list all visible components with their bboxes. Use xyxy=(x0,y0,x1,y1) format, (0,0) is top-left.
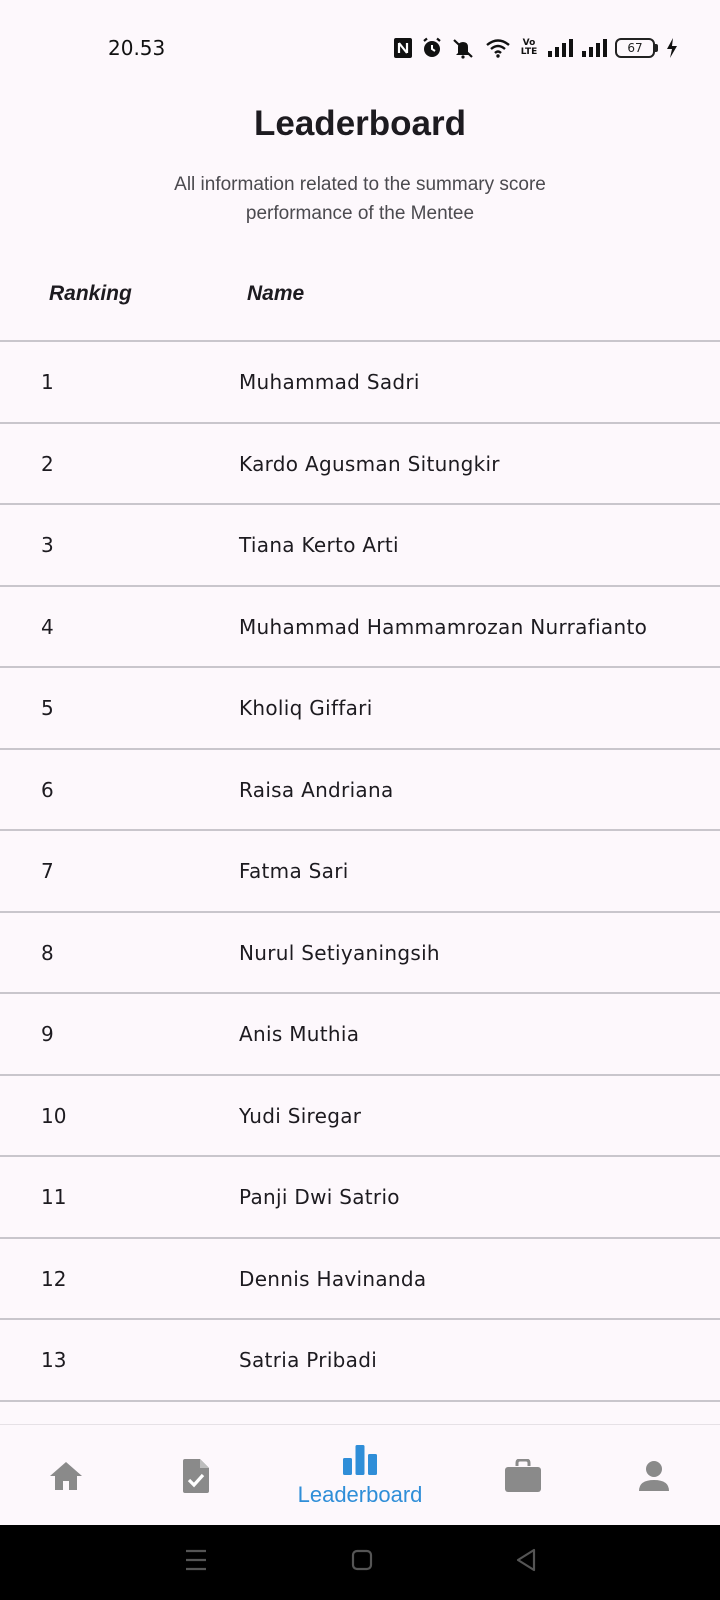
table-row[interactable]: 12 Dennis Havinanda xyxy=(0,1239,720,1320)
nav-tasks[interactable] xyxy=(166,1425,226,1526)
table-row[interactable]: 5 Kholiq Giffari xyxy=(0,668,720,750)
name-cell: Kholiq Giffari xyxy=(239,696,373,720)
system-navigation-bar xyxy=(0,1525,720,1600)
table-row[interactable]: 7 Fatma Sari xyxy=(0,831,720,913)
name-cell: Fatma Sari xyxy=(239,859,349,883)
name-cell: Raisa Andriana xyxy=(239,777,394,802)
table-row[interactable]: 4 Muhammad Hammamrozan Nurrafianto xyxy=(0,587,720,668)
table-row[interactable]: 2 Kardo Agusman Situngkir xyxy=(0,424,720,505)
rank-cell: 12 xyxy=(41,1266,67,1291)
person-icon xyxy=(639,1460,669,1491)
rank-cell: 3 xyxy=(41,533,54,557)
rank-cell: 6 xyxy=(41,777,54,802)
signal-icon xyxy=(582,39,607,57)
column-header-name: Name xyxy=(247,282,305,305)
rank-cell: 1 xyxy=(41,370,54,394)
table-row[interactable]: 3 Tiana Kerto Arti xyxy=(0,505,720,587)
mute-icon xyxy=(453,39,473,59)
back-icon[interactable] xyxy=(514,1547,538,1573)
name-cell: Panji Dwi Satrio xyxy=(239,1185,400,1209)
task-check-icon xyxy=(183,1458,209,1493)
nav-home[interactable] xyxy=(36,1425,96,1526)
status-icons: Vo LTE 67 xyxy=(393,36,678,60)
column-header-ranking: Ranking xyxy=(49,282,132,305)
status-bar: 20.53 Vo LTE 67 xyxy=(0,0,720,96)
rank-cell: 7 xyxy=(41,859,54,883)
name-cell: Kardo Agusman Situngkir xyxy=(239,451,500,476)
rank-cell: 5 xyxy=(41,696,54,720)
name-cell: Muhammad Hammamrozan Nurrafianto xyxy=(239,614,648,639)
recent-apps-icon[interactable] xyxy=(184,1547,208,1573)
name-cell: Nurul Setiyaningsih xyxy=(239,940,440,965)
table-row[interactable]: 8 Nurul Setiyaningsih xyxy=(0,913,720,994)
name-cell: Tiana Kerto Arti xyxy=(239,533,399,557)
volte-indicator: Vo LTE xyxy=(520,38,538,57)
rank-cell: 4 xyxy=(41,614,54,639)
battery-icon: 67 xyxy=(615,38,658,58)
table-row[interactable]: 13 Satria Pribadi xyxy=(0,1320,720,1402)
name-cell: Muhammad Sadri xyxy=(239,370,420,394)
leaderboard-icon xyxy=(343,1444,377,1475)
rank-cell: 11 xyxy=(41,1185,67,1209)
briefcase-icon xyxy=(505,1458,541,1492)
table-row[interactable]: 1 Muhammad Sadri xyxy=(0,342,720,424)
rank-cell: 2 xyxy=(41,451,54,476)
name-cell: Anis Muthia xyxy=(239,1022,360,1046)
leaderboard-list[interactable]: 1 Muhammad Sadri 2 Kardo Agusman Situngkir 3… xyxy=(0,342,720,1424)
battery-level: 67 xyxy=(615,38,655,58)
page-subtitle: All information related to the summary s… xyxy=(174,174,546,224)
table-row[interactable]: 10 Yudi Siregar xyxy=(0,1076,720,1157)
table-row[interactable]: 11 Panji Dwi Satrio xyxy=(0,1157,720,1239)
status-time: 20.53 xyxy=(108,36,166,60)
table-row[interactable]: 9 Anis Muthia xyxy=(0,994,720,1076)
alarm-icon xyxy=(423,37,441,57)
nfc-icon xyxy=(394,38,412,58)
bottom-navigation: Leaderboard xyxy=(0,1424,720,1525)
nav-leaderboard-label: Leaderboard xyxy=(297,1481,423,1507)
name-cell: Satria Pribadi xyxy=(239,1348,378,1372)
nav-profile[interactable] xyxy=(624,1425,684,1526)
table-row[interactable]: 6 Raisa Andriana xyxy=(0,750,720,831)
home-icon xyxy=(50,1461,82,1490)
wifi-icon xyxy=(486,39,510,58)
name-cell: Yudi Siregar xyxy=(239,1103,362,1128)
rank-cell: 9 xyxy=(41,1022,54,1046)
name-cell: Dennis Havinanda xyxy=(239,1266,427,1291)
system-home-icon[interactable] xyxy=(350,1547,374,1573)
nav-jobs[interactable] xyxy=(493,1425,553,1526)
rank-cell: 13 xyxy=(41,1348,67,1372)
rank-cell: 10 xyxy=(41,1103,67,1128)
table-header: Ranking Name xyxy=(0,270,720,342)
charging-icon xyxy=(667,38,677,58)
page-title: Leaderboard xyxy=(254,104,466,143)
signal-icon xyxy=(548,39,573,57)
rank-cell: 8 xyxy=(41,940,54,965)
page-header: Leaderboard All information related to t… xyxy=(0,96,720,228)
nav-leaderboard[interactable]: Leaderboard xyxy=(280,1425,440,1526)
